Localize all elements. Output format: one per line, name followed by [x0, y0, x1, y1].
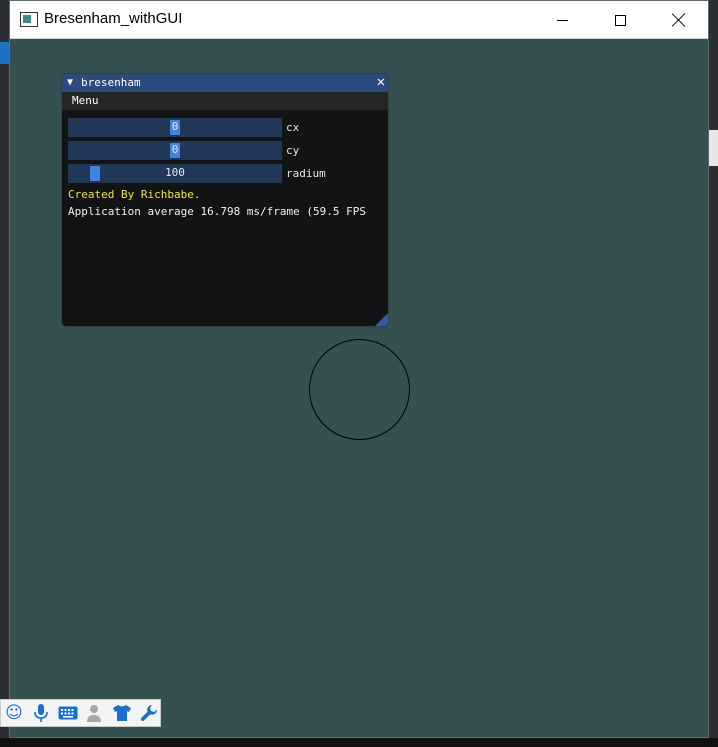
slider-label-cx: cx — [286, 121, 300, 134]
window-title: Bresenham_withGUI — [44, 10, 183, 27]
fps-text: Application average 16.798 ms/frame (59.… — [68, 205, 367, 218]
menu-item[interactable]: Menu — [72, 94, 99, 107]
maximize-button[interactable] — [591, 1, 649, 39]
background-right-strip — [709, 0, 718, 747]
panel-close-icon[interactable]: ✕ — [377, 74, 385, 90]
microphone-icon[interactable] — [30, 702, 52, 724]
app-icon — [20, 12, 38, 27]
panel-menubar: Menu — [62, 92, 388, 110]
bresenham-circle — [309, 339, 410, 440]
main-window: Bresenham_withGUI ▼ bresenham ✕ Menu 0 c… — [9, 0, 709, 738]
slider-label-radium: radium — [286, 167, 326, 180]
minimize-button[interactable] — [533, 1, 591, 39]
slider-value: 100 — [165, 166, 185, 179]
resize-grip[interactable] — [375, 313, 388, 326]
ime-toolbar: ☺ — [0, 699, 161, 727]
close-icon — [672, 13, 686, 27]
background-bottom-strip — [0, 738, 718, 747]
keyboard-icon[interactable] — [57, 702, 79, 724]
wrench-icon[interactable] — [138, 702, 160, 724]
slider-radium[interactable]: 100 — [68, 164, 282, 183]
slider-value: 0 — [171, 143, 179, 156]
close-button[interactable] — [650, 1, 708, 39]
slider-label-cy: cy — [286, 144, 300, 157]
window-titlebar[interactable]: Bresenham_withGUI — [10, 1, 708, 39]
user-icon[interactable] — [84, 702, 106, 724]
panel-titlebar[interactable]: ▼ bresenham ✕ — [62, 74, 388, 92]
smiley-icon[interactable]: ☺ — [3, 702, 25, 724]
slider-cy[interactable]: 0 — [68, 141, 282, 160]
background-left-strip — [0, 0, 9, 747]
maximize-icon — [614, 14, 626, 26]
collapse-triangle-icon[interactable]: ▼ — [67, 77, 73, 88]
panel-title: bresenham — [81, 76, 141, 89]
minimize-icon — [556, 19, 568, 21]
slider-cx[interactable]: 0 — [68, 118, 282, 137]
bresenham-panel: ▼ bresenham ✕ Menu 0 cx 0 cy 100 radium … — [61, 73, 389, 327]
credit-text: Created By Richbabe. — [68, 188, 201, 201]
shirt-icon[interactable] — [111, 702, 133, 724]
slider-value: 0 — [171, 120, 179, 133]
